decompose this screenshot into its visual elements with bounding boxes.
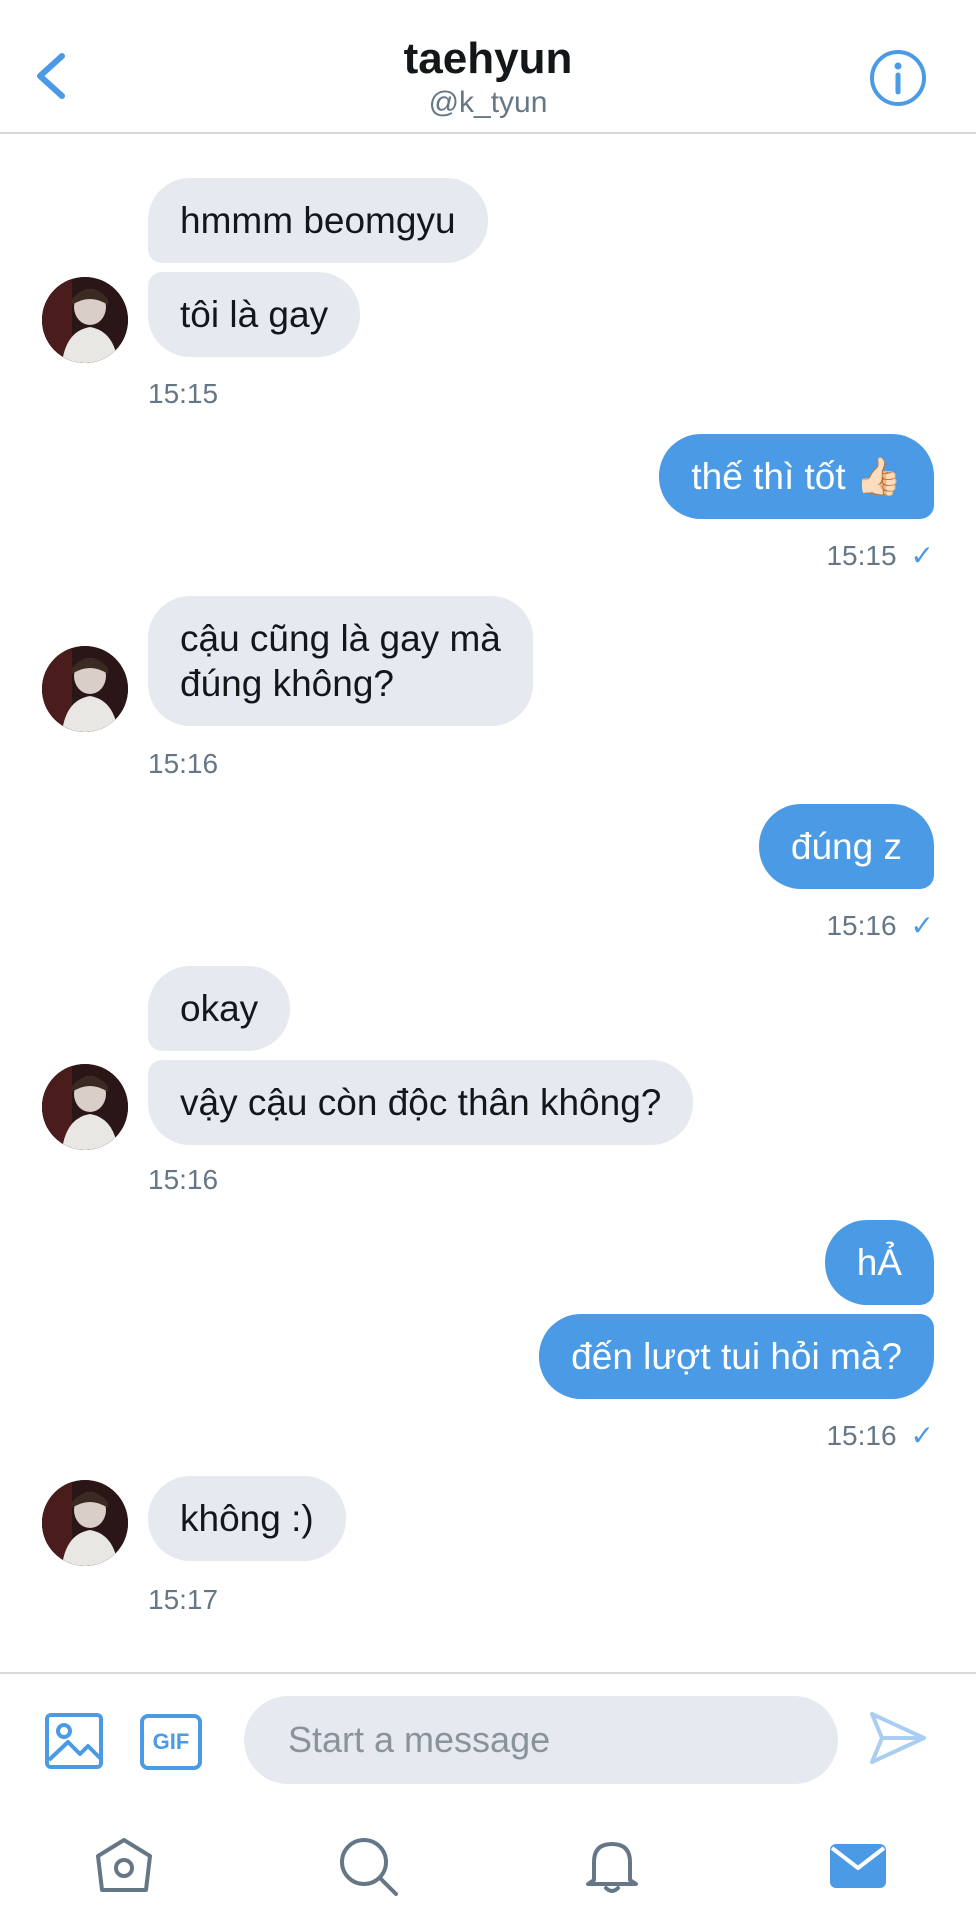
avatar-image bbox=[42, 277, 128, 363]
message-line: cậu cũng là gay mà bbox=[180, 618, 501, 659]
message-bubble-incoming[interactable]: tôi là gay bbox=[148, 272, 361, 357]
message-input[interactable] bbox=[244, 1696, 838, 1784]
avatar[interactable] bbox=[42, 277, 128, 363]
message-bubble-incoming[interactable]: vậy cậu còn độc thân không? bbox=[148, 1060, 694, 1145]
tab-home[interactable] bbox=[92, 1834, 156, 1898]
message-timestamp: 15:16 bbox=[148, 748, 219, 779]
home-icon bbox=[96, 1838, 152, 1892]
message-bubble-incoming[interactable]: không :) bbox=[148, 1476, 346, 1561]
read-check-icon: ✓ bbox=[910, 910, 934, 941]
image-icon bbox=[45, 1713, 103, 1769]
message-list[interactable]: hmmm beomgyu tôi là gay 15:15 thế thì tố… bbox=[0, 134, 976, 1674]
message-bubble-incoming[interactable]: cậu cũng là gay mà đúng không? bbox=[148, 596, 533, 726]
message-timestamp: 15:15 ✓ bbox=[826, 540, 934, 572]
message-bubble-incoming[interactable]: okay bbox=[148, 966, 291, 1051]
tab-messages[interactable] bbox=[826, 1834, 890, 1898]
avatar-image bbox=[42, 1064, 128, 1150]
timestamp-text: 15:16 bbox=[826, 910, 897, 941]
message-timestamp: 15:15 bbox=[148, 378, 219, 409]
avatar-image bbox=[42, 1480, 128, 1566]
conversation-title: taehyun bbox=[403, 34, 573, 83]
send-icon bbox=[870, 1712, 926, 1764]
avatar[interactable] bbox=[42, 646, 128, 732]
message-timestamp: 15:16 bbox=[148, 1164, 219, 1195]
notifications-icon bbox=[586, 1842, 638, 1893]
read-check-icon: ✓ bbox=[910, 1420, 934, 1451]
info-button[interactable] bbox=[868, 48, 928, 108]
tab-notifications[interactable] bbox=[580, 1834, 644, 1898]
send-button[interactable] bbox=[868, 1708, 928, 1768]
avatar[interactable] bbox=[42, 1480, 128, 1566]
read-check-icon: ✓ bbox=[910, 540, 934, 571]
message-timestamp: 15:16 ✓ bbox=[826, 1420, 934, 1452]
messages-icon bbox=[830, 1844, 886, 1888]
message-bubble-outgoing[interactable]: đến lượt tui hỏi mà? bbox=[539, 1314, 934, 1399]
tab-search[interactable] bbox=[336, 1834, 400, 1898]
conversation-title-block[interactable]: taehyun @k_tyun bbox=[0, 34, 976, 122]
dm-conversation-screen: taehyun @k_tyun hmmm beomgyu tôi là gay … bbox=[0, 0, 976, 1920]
timestamp-text: 15:15 bbox=[826, 540, 897, 571]
add-image-button[interactable] bbox=[44, 1712, 104, 1775]
message-bubble-incoming[interactable]: hmmm beomgyu bbox=[148, 178, 488, 263]
timestamp-text: 15:16 bbox=[826, 1420, 897, 1451]
avatar-image bbox=[42, 646, 128, 732]
bottom-tab-bar bbox=[0, 1802, 976, 1920]
message-bubble-outgoing[interactable]: hẢ bbox=[824, 1220, 934, 1305]
message-bubble-outgoing[interactable]: thế thì tốt 👍🏻 bbox=[659, 434, 934, 519]
info-icon bbox=[870, 50, 926, 106]
message-timestamp: 15:16 ✓ bbox=[826, 910, 934, 942]
message-timestamp: 15:17 bbox=[148, 1584, 219, 1615]
message-composer: GIF bbox=[0, 1672, 976, 1802]
message-bubble-outgoing[interactable]: đúng z bbox=[758, 804, 934, 889]
conversation-header: taehyun @k_tyun bbox=[0, 0, 976, 134]
avatar[interactable] bbox=[42, 1064, 128, 1150]
gif-label: GIF bbox=[152, 1729, 190, 1754]
add-gif-button[interactable]: GIF bbox=[140, 1714, 202, 1775]
conversation-handle: @k_tyun bbox=[428, 86, 548, 119]
message-line: đúng không? bbox=[180, 663, 394, 704]
search-icon bbox=[340, 1838, 398, 1896]
